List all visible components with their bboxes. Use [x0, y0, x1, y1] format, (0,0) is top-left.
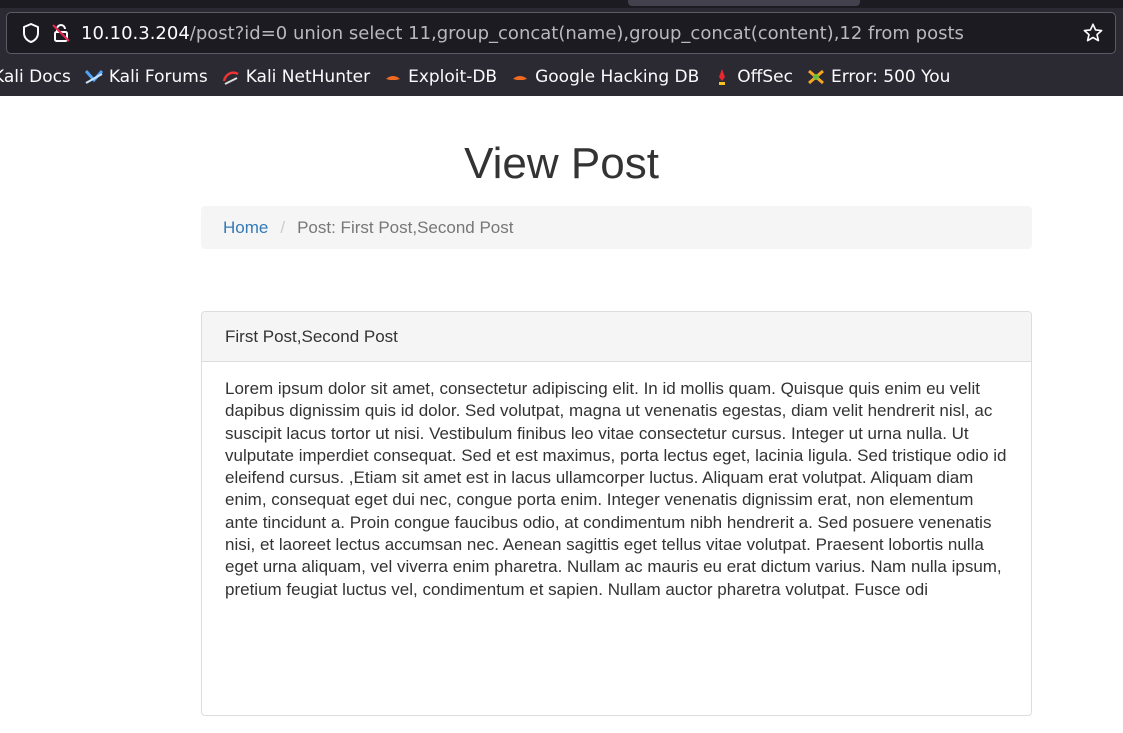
browser-chrome: 10.10.3.204/post?id=0 union select 11,gr…: [0, 0, 1123, 96]
bookmark-google-hacking-db[interactable]: Google Hacking DB: [511, 67, 699, 87]
error-500-icon: [808, 69, 824, 85]
bookmark-label: Error: 500 You: [831, 67, 951, 87]
post-panel: First Post,Second Post Lorem ipsum dolor…: [201, 311, 1032, 716]
url-host: 10.10.3.204: [81, 22, 190, 44]
post-body: Lorem ipsum dolor sit amet, consectetur …: [225, 379, 1007, 599]
page-title: View Post: [464, 139, 659, 188]
google-hacking-db-icon: [513, 76, 528, 80]
exploit-db-icon: [386, 76, 401, 80]
bookmark-label: OffSec: [737, 67, 793, 87]
bookmark-label: Google Hacking DB: [535, 67, 700, 87]
breadcrumb-separator: /: [280, 217, 286, 237]
bookmark-kali-forums[interactable]: Kali Forums: [84, 67, 208, 87]
post-heading: First Post,Second Post: [202, 312, 1031, 362]
bookmark-error-500[interactable]: Error: 500 You: [807, 67, 950, 87]
url-text[interactable]: 10.10.3.204/post?id=0 union select 11,gr…: [81, 23, 1079, 44]
bookmark-label: Kali Docs: [0, 67, 71, 87]
bookmark-offsec[interactable]: OffSec: [713, 67, 793, 87]
kali-forums-icon: [84, 70, 103, 84]
bookmark-star-icon[interactable]: [1079, 19, 1107, 47]
breadcrumb: Home / Post: First Post,Second Post: [201, 206, 1032, 249]
tab-strip: [0, 0, 1123, 8]
offsec-icon: [719, 69, 726, 85]
active-tab[interactable]: [628, 0, 860, 6]
breadcrumb-current: Post: First Post,Second Post: [297, 217, 514, 237]
breadcrumb-home-link[interactable]: Home: [223, 218, 268, 238]
bookmark-kali-docs[interactable]: Kali Docs: [0, 67, 71, 87]
bookmark-kali-nethunter[interactable]: Kali NetHunter: [222, 67, 370, 87]
bookmark-exploit-db[interactable]: Exploit-DB: [384, 67, 497, 87]
bookmark-label: Exploit-DB: [408, 67, 498, 87]
url-path: /post?id=0 union select 11,group_concat(…: [189, 22, 964, 44]
kali-nethunter-icon: [222, 71, 239, 85]
bookmarks-toolbar: Kali Docs Kali Forums Kali NetHunter Exp…: [0, 60, 964, 94]
bookmark-label: Kali NetHunter: [245, 67, 371, 87]
insecure-lock-icon[interactable]: [51, 23, 71, 43]
url-bar[interactable]: 10.10.3.204/post?id=0 union select 11,gr…: [6, 12, 1116, 54]
shield-icon[interactable]: [21, 23, 41, 43]
bookmark-label: Kali Forums: [108, 67, 208, 87]
